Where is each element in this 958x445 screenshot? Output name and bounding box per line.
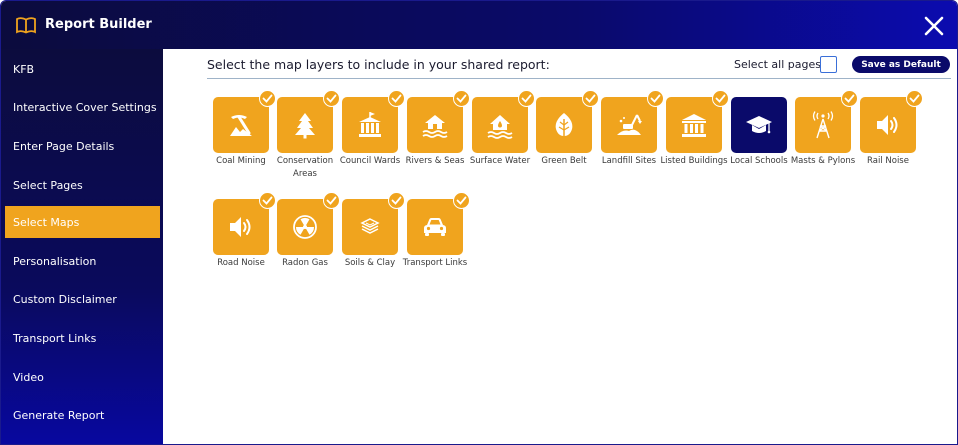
- layer-label: Soils & Clay: [344, 258, 396, 268]
- sidebar-item-transport-links[interactable]: Transport Links: [1, 322, 163, 354]
- sidebar-item-label: Generate Report: [13, 408, 105, 422]
- selected-check-icon: [712, 90, 729, 107]
- selected-check-icon: [647, 90, 664, 107]
- house-flood-icon: [422, 115, 448, 138]
- columns-building-icon: [682, 114, 706, 137]
- speaker-icon: [230, 217, 251, 237]
- layer-label: Landfill Sites: [601, 156, 657, 166]
- sidebar-item-label: Enter Page Details: [13, 139, 115, 153]
- sidebar-item-label: Select Pages: [13, 178, 83, 192]
- layer-tile-masts-pylons[interactable]: [795, 90, 858, 153]
- selected-check-icon: [388, 192, 405, 209]
- sidebar-item-video[interactable]: Video: [1, 361, 163, 393]
- excavator-icon: [617, 114, 642, 135]
- radiation-icon: [293, 215, 317, 239]
- selected-check-icon: [518, 90, 535, 107]
- layer-tile-surface-water[interactable]: [472, 90, 535, 153]
- selected-check-icon: [388, 90, 405, 107]
- divider: [207, 78, 951, 79]
- layer-label: Coal Mining: [216, 156, 266, 166]
- pylon-icon: [812, 111, 834, 139]
- selected-check-icon: [323, 192, 340, 209]
- layer-label: Radon Gas: [282, 258, 328, 268]
- sidebar-item-label: Custom Disclaimer: [13, 292, 117, 306]
- sidebar-item-generate-report[interactable]: Generate Report: [1, 399, 163, 431]
- layer-tile-rivers-seas[interactable]: [407, 90, 470, 153]
- selected-check-icon: [323, 90, 340, 107]
- layer-tile-landfill-sites[interactable]: [601, 90, 664, 153]
- sidebar-item-interactive-cover-settings[interactable]: Interactive Cover Settings: [1, 91, 163, 123]
- sidebar-item-label: Select Maps: [13, 215, 80, 229]
- sidebar-item-label: Transport Links: [13, 331, 97, 345]
- layer-tile-conservation-areas[interactable]: [277, 90, 340, 153]
- sidebar-item-select-maps[interactable]: Select Maps: [5, 206, 160, 238]
- graduation-cap-icon: [746, 116, 772, 134]
- main-panel: Select the map layers to include in your…: [163, 49, 957, 444]
- layer-tile-road-noise[interactable]: [213, 192, 276, 255]
- layer-label: Rail Noise: [867, 156, 909, 166]
- selected-check-icon: [259, 90, 276, 107]
- sidebar-item-custom-disclaimer[interactable]: Custom Disclaimer: [1, 283, 163, 315]
- layers-icon: [360, 218, 380, 234]
- layer-label: Road Noise: [217, 258, 265, 268]
- layer-tile-radon-gas[interactable]: [277, 192, 340, 255]
- sidebar-item-enter-page-details[interactable]: Enter Page Details: [1, 130, 163, 162]
- selected-check-icon: [453, 192, 470, 209]
- layer-tile-listed-buildings[interactable]: [666, 90, 729, 153]
- layer-label: Transport Links: [402, 258, 468, 268]
- sidebar-item-label: Personalisation: [13, 254, 97, 268]
- layer-tile-transport-links[interactable]: [407, 192, 470, 255]
- town-hall-icon: [359, 112, 381, 137]
- layer-label: Green Belt: [541, 156, 587, 166]
- layer-tile-local-schools[interactable]: [731, 97, 787, 153]
- layer-label: Council Wards: [339, 156, 401, 166]
- sidebar-item-personalisation[interactable]: Personalisation: [1, 245, 163, 277]
- layer-label: Masts & Pylons: [790, 156, 856, 166]
- sidebar-item-label: Video: [13, 370, 44, 384]
- leaf-icon: [555, 113, 573, 138]
- layer-label: Local Schools: [730, 156, 788, 166]
- select-all-label: Select all pages: [734, 58, 821, 71]
- selected-check-icon: [582, 90, 599, 107]
- layer-label: Rivers & Seas: [405, 156, 465, 166]
- layer-label: Listed Buildings: [660, 156, 728, 166]
- close-icon[interactable]: [922, 14, 946, 38]
- selected-check-icon: [841, 90, 858, 107]
- title-bar: Report Builder: [1, 1, 957, 49]
- sidebar-item-kfb[interactable]: KFB: [1, 53, 163, 85]
- layer-label: Surface Water: [469, 156, 531, 166]
- tree-icon: [295, 113, 315, 139]
- save-as-default-button[interactable]: Save as Default: [852, 56, 950, 73]
- layer-tile-soils-clay[interactable]: [342, 192, 405, 255]
- layer-label: Conservation Areas: [276, 156, 334, 179]
- page-heading: Select the map layers to include in your…: [207, 57, 550, 72]
- layer-tile-green-belt[interactable]: [536, 90, 599, 153]
- pickaxe-icon: [230, 115, 252, 136]
- layer-tile-council-wards[interactable]: [342, 90, 405, 153]
- selected-check-icon: [259, 192, 276, 209]
- house-water-icon: [487, 115, 513, 139]
- window-title: Report Builder: [45, 17, 152, 32]
- select-all-checkbox[interactable]: [820, 56, 837, 73]
- sidebar: KFB Interactive Cover Settings Enter Pag…: [1, 49, 163, 444]
- sidebar-item-select-pages[interactable]: Select Pages: [1, 169, 163, 201]
- sidebar-item-label: Interactive Cover Settings: [13, 100, 157, 114]
- layer-tile-coal-mining[interactable]: [213, 90, 276, 153]
- speaker-icon: [877, 115, 898, 135]
- layer-tile-rail-noise[interactable]: [860, 90, 923, 153]
- car-icon: [424, 218, 446, 236]
- book-icon: [16, 17, 36, 34]
- report-builder-window: Report Builder KFB Interactive Cover Set…: [0, 0, 958, 445]
- sidebar-item-label: KFB: [13, 62, 35, 76]
- selected-check-icon: [453, 90, 470, 107]
- selected-check-icon: [906, 90, 923, 107]
